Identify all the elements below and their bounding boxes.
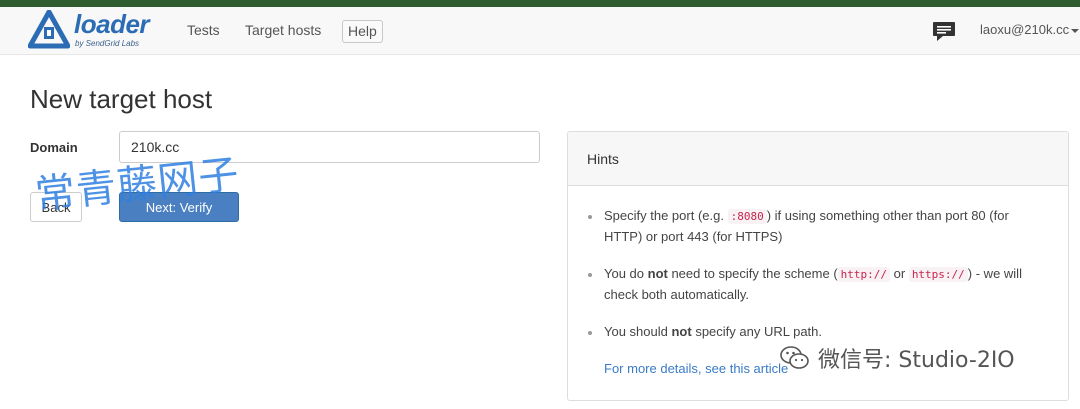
domain-label: Domain <box>30 140 78 155</box>
brand-name: loader <box>74 9 150 39</box>
loader-logo-icon <box>28 10 70 49</box>
user-email: laoxu@210k.cc <box>980 22 1070 37</box>
hints-title: Hints <box>568 132 1068 186</box>
wechat-watermark: 微信号: Studio-2IO <box>780 342 1015 374</box>
nav-target-hosts[interactable]: Target hosts <box>245 22 321 38</box>
brand-subtitle: by SendGrid Labs <box>75 39 140 48</box>
nav-help-button[interactable]: Help <box>342 20 383 43</box>
hint-item-path: You should not specify any URL path. <box>588 322 1048 342</box>
chat-icon[interactable] <box>932 21 956 46</box>
hint-item-port: Specify the port (e.g. :8080) if using s… <box>588 206 1048 247</box>
hint-item-scheme: You do not need to specify the scheme (h… <box>588 264 1048 305</box>
code-snippet: http:// <box>837 267 891 282</box>
nav-tests[interactable]: Tests <box>187 22 220 38</box>
top-strip <box>0 0 1080 7</box>
caret-down-icon <box>1071 28 1080 33</box>
user-menu[interactable]: laoxu@210k.cc <box>980 22 1080 37</box>
wechat-icon <box>780 346 809 369</box>
wechat-id-text: 微信号: Studio-2IO <box>818 348 1015 373</box>
navbar: loader by SendGrid Labs Tests Target hos… <box>0 7 1080 55</box>
page-title: New target host <box>30 84 213 114</box>
code-snippet: :8080 <box>727 209 767 224</box>
brand-home-link[interactable]: loader by SendGrid Labs <box>28 9 168 52</box>
code-snippet: https:// <box>908 267 968 282</box>
